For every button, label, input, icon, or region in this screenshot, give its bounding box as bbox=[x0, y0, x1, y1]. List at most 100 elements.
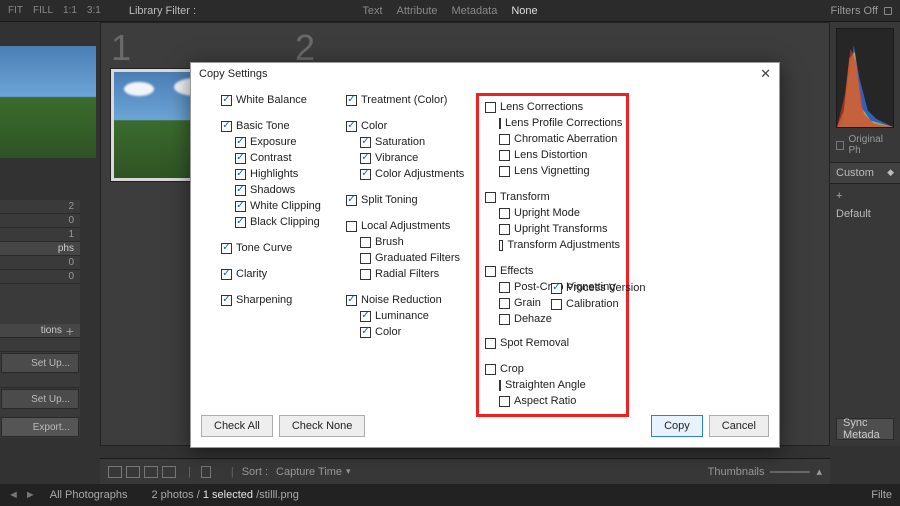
chk-graduated-filters[interactable]: Graduated Filters bbox=[360, 251, 466, 265]
view-mode-icon[interactable] bbox=[162, 466, 176, 478]
chk-dehaze[interactable]: Dehaze bbox=[499, 312, 620, 326]
setup-button-1[interactable]: Set Up... bbox=[1, 353, 79, 373]
filters-off-label[interactable]: Filters Off bbox=[831, 5, 878, 17]
chk-lens-profile[interactable]: Lens Profile Corrections bbox=[499, 116, 620, 130]
left-panel-fragment: 2 0 1 phs 0 0 tions + Set Up... Set Up..… bbox=[0, 200, 80, 438]
chk-crop[interactable]: Crop bbox=[485, 362, 585, 376]
plus-icon[interactable]: + bbox=[62, 325, 74, 337]
chk-transform-adjustments[interactable]: Transform Adjustments bbox=[499, 238, 620, 252]
filter-tab-attribute[interactable]: Attribute bbox=[397, 5, 438, 17]
chk-transform[interactable]: Transform bbox=[485, 190, 620, 204]
chk-shadows[interactable]: Shadows bbox=[235, 183, 336, 197]
chk-lens-corrections[interactable]: Lens Corrections bbox=[485, 100, 620, 114]
lock-icon[interactable] bbox=[884, 7, 892, 15]
sort-arrow-icon[interactable]: ▾ bbox=[346, 466, 351, 477]
setup-button-2[interactable]: Set Up... bbox=[1, 389, 79, 409]
cell-index-1: 1 bbox=[111, 27, 131, 69]
row-empty bbox=[0, 374, 80, 388]
chk-effects[interactable]: Effects bbox=[485, 264, 620, 278]
tions-header[interactable]: tions + bbox=[0, 324, 80, 338]
view-mode-icon[interactable] bbox=[108, 466, 122, 478]
view-mode-icon[interactable] bbox=[144, 466, 158, 478]
chk-contrast[interactable]: Contrast bbox=[235, 151, 336, 165]
chk-spot-removal[interactable]: Spot Removal bbox=[485, 336, 585, 350]
thumbnails-label: Thumbnails bbox=[708, 466, 765, 478]
highlighted-group: Lens Corrections Lens Profile Correction… bbox=[476, 93, 629, 417]
chk-nr-color[interactable]: Color bbox=[360, 325, 466, 339]
thumbnail-partial[interactable] bbox=[0, 46, 96, 158]
sort-value[interactable]: Capture Time bbox=[276, 466, 342, 478]
row-count[interactable]: 0 bbox=[0, 214, 80, 228]
ratio-1-1[interactable]: 1:1 bbox=[63, 5, 77, 16]
chk-saturation[interactable]: Saturation bbox=[360, 135, 466, 149]
fit-label[interactable]: FIT bbox=[8, 5, 23, 16]
filter-pill[interactable]: Filte bbox=[871, 489, 892, 501]
filter-tab-metadata[interactable]: Metadata bbox=[451, 5, 497, 17]
thumb-size-slider[interactable] bbox=[770, 471, 810, 473]
chk-lens-vignetting[interactable]: Lens Vignetting bbox=[499, 164, 620, 178]
chk-color[interactable]: Color bbox=[346, 119, 466, 133]
chk-white-clipping[interactable]: White Clipping bbox=[235, 199, 336, 213]
painter-icon[interactable] bbox=[201, 466, 211, 478]
dialog-title: Copy Settings bbox=[199, 68, 267, 80]
chk-color-adjustments[interactable]: Color Adjustments bbox=[360, 167, 466, 181]
chk-clarity[interactable]: Clarity bbox=[221, 267, 336, 281]
check-all-button[interactable]: Check All bbox=[201, 415, 273, 437]
chk-split-toning[interactable]: Split Toning bbox=[346, 193, 466, 207]
chk-basic-tone[interactable]: Basic Tone bbox=[221, 119, 336, 133]
nav-forward-icon[interactable]: ► bbox=[25, 489, 36, 501]
preset-custom[interactable]: Custom ◆ bbox=[830, 162, 900, 184]
chk-exposure[interactable]: Exposure bbox=[235, 135, 336, 149]
preset-default[interactable]: Default bbox=[830, 204, 900, 224]
right-panel-fragment: Original Ph Custom ◆ + Default Sync Meta… bbox=[830, 22, 900, 446]
chk-upright-transforms[interactable]: Upright Transforms bbox=[499, 222, 620, 236]
chk-local-adjustments[interactable]: Local Adjustments bbox=[346, 219, 466, 233]
filter-tab-text[interactable]: Text bbox=[362, 5, 382, 17]
chk-luminance[interactable]: Luminance bbox=[360, 309, 466, 323]
sort-label: Sort : bbox=[242, 466, 268, 478]
chk-process-version[interactable]: Process Version bbox=[551, 281, 645, 295]
original-photo-checkbox[interactable]: Original Ph bbox=[836, 134, 894, 156]
nav-back-icon[interactable]: ◄ bbox=[8, 489, 19, 501]
row-empty bbox=[0, 338, 80, 352]
library-filter-bar: FIT FILL 1:1 3:1 Library Filter : Text A… bbox=[0, 0, 900, 22]
copy-settings-dialog: Copy Settings ✕ White Balance Basic Tone… bbox=[190, 62, 780, 448]
chk-treatment[interactable]: Treatment (Color) bbox=[346, 93, 466, 107]
chk-black-clipping[interactable]: Black Clipping bbox=[235, 215, 336, 229]
chk-highlights[interactable]: Highlights bbox=[235, 167, 336, 181]
export-button[interactable]: Export... bbox=[1, 417, 79, 437]
chk-white-balance[interactable]: White Balance bbox=[221, 93, 336, 107]
chk-sharpening[interactable]: Sharpening bbox=[221, 293, 336, 307]
ratio-3-1[interactable]: 3:1 bbox=[87, 5, 101, 16]
chk-vibrance[interactable]: Vibrance bbox=[360, 151, 466, 165]
chk-lens-distortion[interactable]: Lens Distortion bbox=[499, 148, 620, 162]
sync-metadata-button[interactable]: Sync Metada bbox=[836, 418, 894, 440]
toolbar: | | Sort : Capture Time ▾ Thumbnails ▴ bbox=[100, 458, 830, 484]
source-label[interactable]: All Photographs bbox=[50, 489, 128, 501]
view-mode-icon[interactable] bbox=[126, 466, 140, 478]
chk-tone-curve[interactable]: Tone Curve bbox=[221, 241, 336, 255]
phs-header[interactable]: phs bbox=[0, 242, 80, 256]
library-filter-label: Library Filter : bbox=[129, 5, 196, 17]
add-preset[interactable]: + bbox=[830, 188, 900, 204]
row-count[interactable]: 0 bbox=[0, 256, 80, 270]
photo-count: 2 photos / bbox=[151, 489, 199, 501]
row-count[interactable]: 1 bbox=[0, 228, 80, 242]
chk-radial-filters[interactable]: Radial Filters bbox=[360, 267, 466, 281]
row-count[interactable]: 2 bbox=[0, 200, 80, 214]
check-none-button[interactable]: Check None bbox=[279, 415, 366, 437]
chk-brush[interactable]: Brush bbox=[360, 235, 466, 249]
cancel-button[interactable]: Cancel bbox=[709, 415, 769, 437]
chk-noise-reduction[interactable]: Noise Reduction bbox=[346, 293, 466, 307]
row-count[interactable]: 0 bbox=[0, 270, 80, 284]
fill-label[interactable]: FILL bbox=[33, 5, 53, 16]
toolbar-dropdown-icon[interactable]: ▴ bbox=[816, 465, 822, 478]
chk-upright-mode[interactable]: Upright Mode bbox=[499, 206, 620, 220]
chk-calibration[interactable]: Calibration bbox=[551, 297, 645, 311]
chk-chromatic-aberration[interactable]: Chromatic Aberration bbox=[499, 132, 620, 146]
chk-aspect-ratio[interactable]: Aspect Ratio bbox=[499, 394, 585, 408]
close-icon[interactable]: ✕ bbox=[760, 66, 771, 82]
chk-straighten-angle[interactable]: Straighten Angle bbox=[499, 378, 585, 392]
filter-tab-none[interactable]: None bbox=[511, 5, 537, 17]
copy-button[interactable]: Copy bbox=[651, 415, 703, 437]
